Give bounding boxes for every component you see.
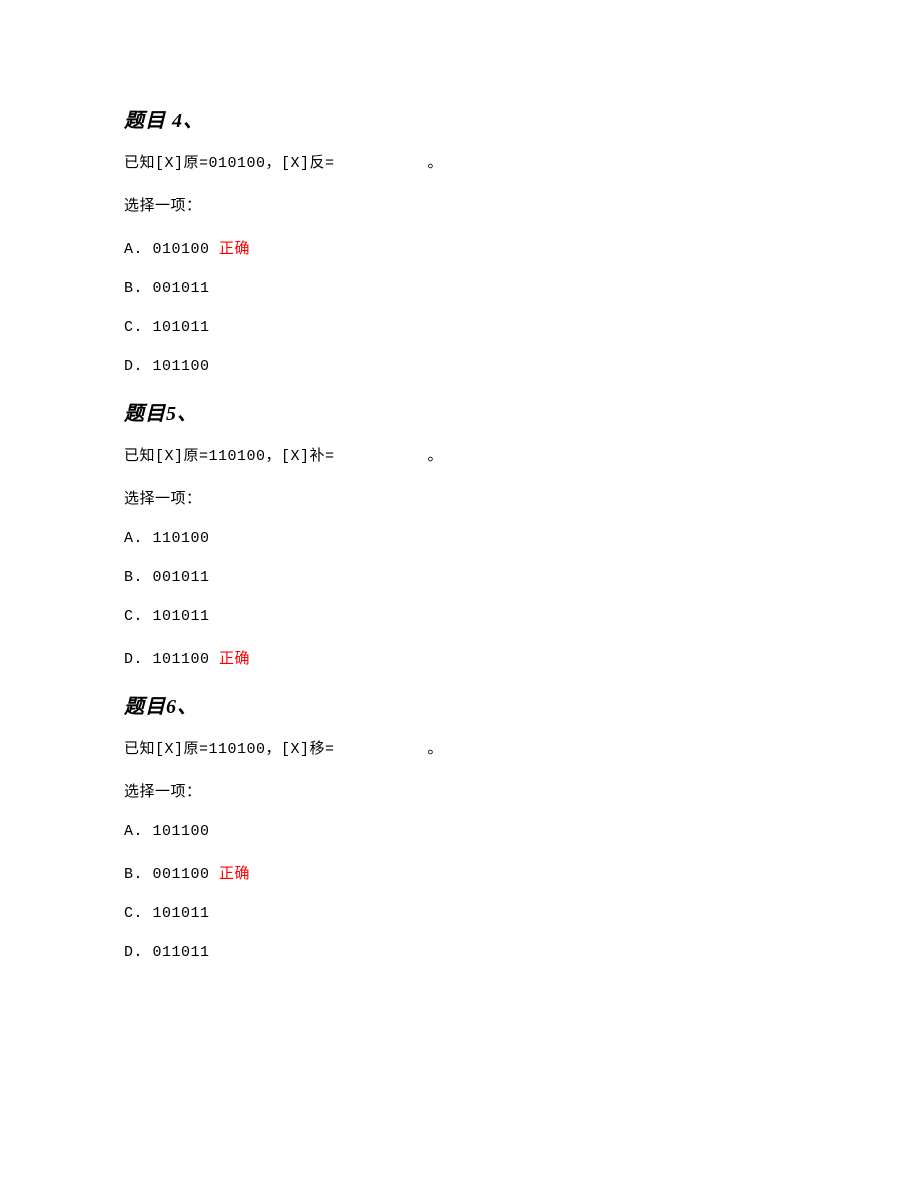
question-5: 题目5、 已知[X]原=110100，[X]补= 。 选择一项： A. 1101… — [124, 397, 796, 668]
option-label: A. 101100 — [124, 823, 210, 840]
question-6: 题目6、 已知[X]原=110100，[X]移= 。 选择一项： A. 1011… — [124, 690, 796, 961]
option-label: C. 101011 — [124, 608, 210, 625]
page-content: 题目 4、 已知[X]原=010100，[X]反= 。 选择一项： A. 010… — [0, 0, 920, 961]
option-d: D. 101100 正确 — [124, 647, 796, 668]
option-label: D. 101100 — [124, 358, 210, 375]
select-prompt: 选择一项： — [124, 487, 796, 508]
question-stem: 已知[X]原=110100，[X]移= 。 — [124, 737, 796, 758]
option-d: D. 011011 — [124, 944, 796, 961]
question-title: 题目 4、 — [124, 104, 796, 133]
select-prompt: 选择一项： — [124, 194, 796, 215]
option-label: D. 011011 — [124, 944, 210, 961]
option-label: B. 001011 — [124, 569, 210, 586]
option-label: B. 001011 — [124, 280, 210, 297]
option-c: C. 101011 — [124, 319, 796, 336]
correct-mark: 正确 — [210, 866, 251, 883]
option-label: C. 101011 — [124, 905, 210, 922]
correct-mark: 正确 — [210, 241, 251, 258]
option-label: A. 010100 — [124, 241, 210, 258]
option-b: B. 001011 — [124, 280, 796, 297]
option-label: B. 001100 — [124, 866, 210, 883]
option-a: A. 110100 — [124, 530, 796, 547]
correct-mark: 正确 — [210, 651, 251, 668]
question-title: 题目5、 — [124, 397, 796, 426]
option-c: C. 101011 — [124, 608, 796, 625]
question-stem: 已知[X]原=010100，[X]反= 。 — [124, 151, 796, 172]
option-a: A. 010100 正确 — [124, 237, 796, 258]
option-label: D. 101100 — [124, 651, 210, 668]
question-4: 题目 4、 已知[X]原=010100，[X]反= 。 选择一项： A. 010… — [124, 104, 796, 375]
question-stem: 已知[X]原=110100，[X]补= 。 — [124, 444, 796, 465]
option-c: C. 101011 — [124, 905, 796, 922]
option-b: B. 001011 — [124, 569, 796, 586]
question-title: 题目6、 — [124, 690, 796, 719]
option-a: A. 101100 — [124, 823, 796, 840]
option-b: B. 001100 正确 — [124, 862, 796, 883]
select-prompt: 选择一项： — [124, 780, 796, 801]
option-label: C. 101011 — [124, 319, 210, 336]
option-label: A. 110100 — [124, 530, 210, 547]
option-d: D. 101100 — [124, 358, 796, 375]
